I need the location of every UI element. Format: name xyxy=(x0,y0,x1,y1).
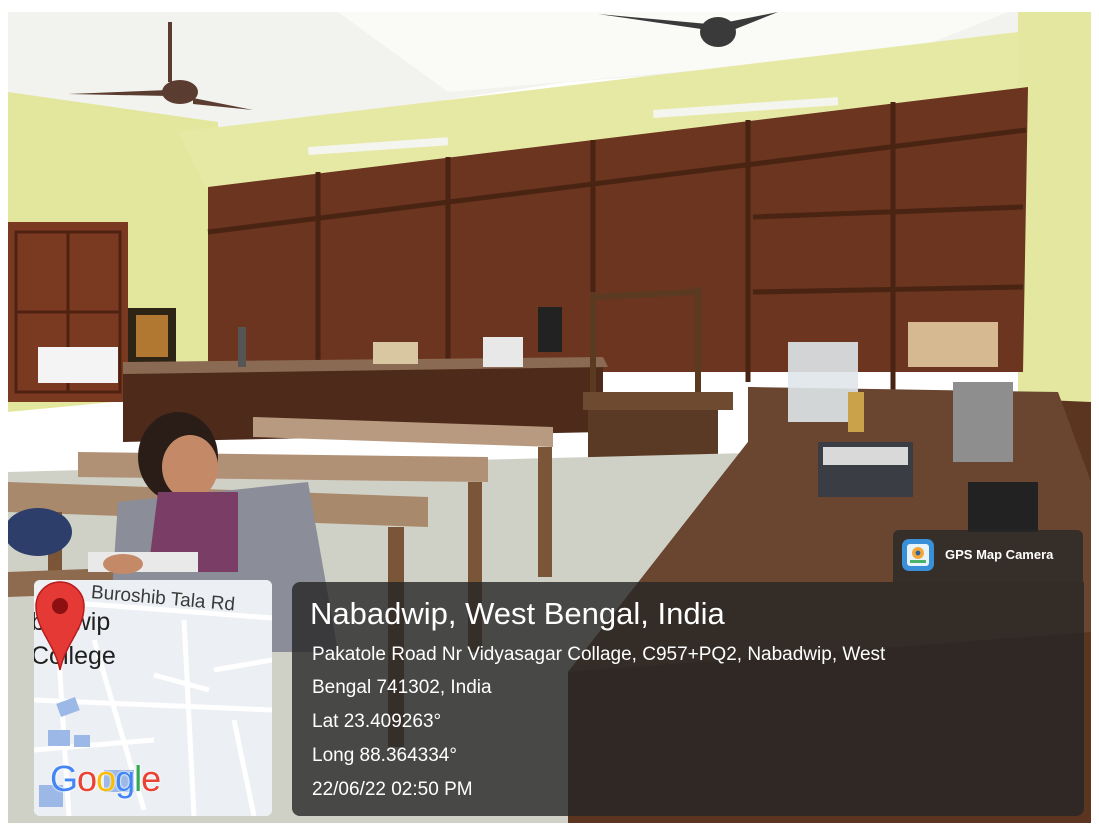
address-line-2: Bengal 741302, India xyxy=(312,677,492,698)
geotagged-photo-frame: GPS Map Camera Nabadwip, West Bengal, In… xyxy=(0,0,1099,831)
latitude-text: Lat 23.409263° xyxy=(312,711,442,732)
location-info-panel: Nabadwip, West Bengal, India Pakatole Ro… xyxy=(292,582,1084,816)
address-line-1: Pakatole Road Nr Vidyasagar Collage, C95… xyxy=(312,644,886,665)
map-pin-icon xyxy=(35,581,85,671)
map-thumbnail: Buroshib Tala Rd badwip College Google xyxy=(34,580,272,816)
gps-badge-label: GPS Map Camera xyxy=(945,547,1054,562)
datetime-text: 22/06/22 02:50 PM xyxy=(312,779,473,800)
camera-pin-icon xyxy=(902,539,934,571)
location-title: Nabadwip, West Bengal, India xyxy=(310,596,725,631)
longitude-text: Long 88.364334° xyxy=(312,745,457,766)
google-logo: Google xyxy=(50,758,161,799)
gps-map-camera-badge: GPS Map Camera xyxy=(893,530,1083,582)
